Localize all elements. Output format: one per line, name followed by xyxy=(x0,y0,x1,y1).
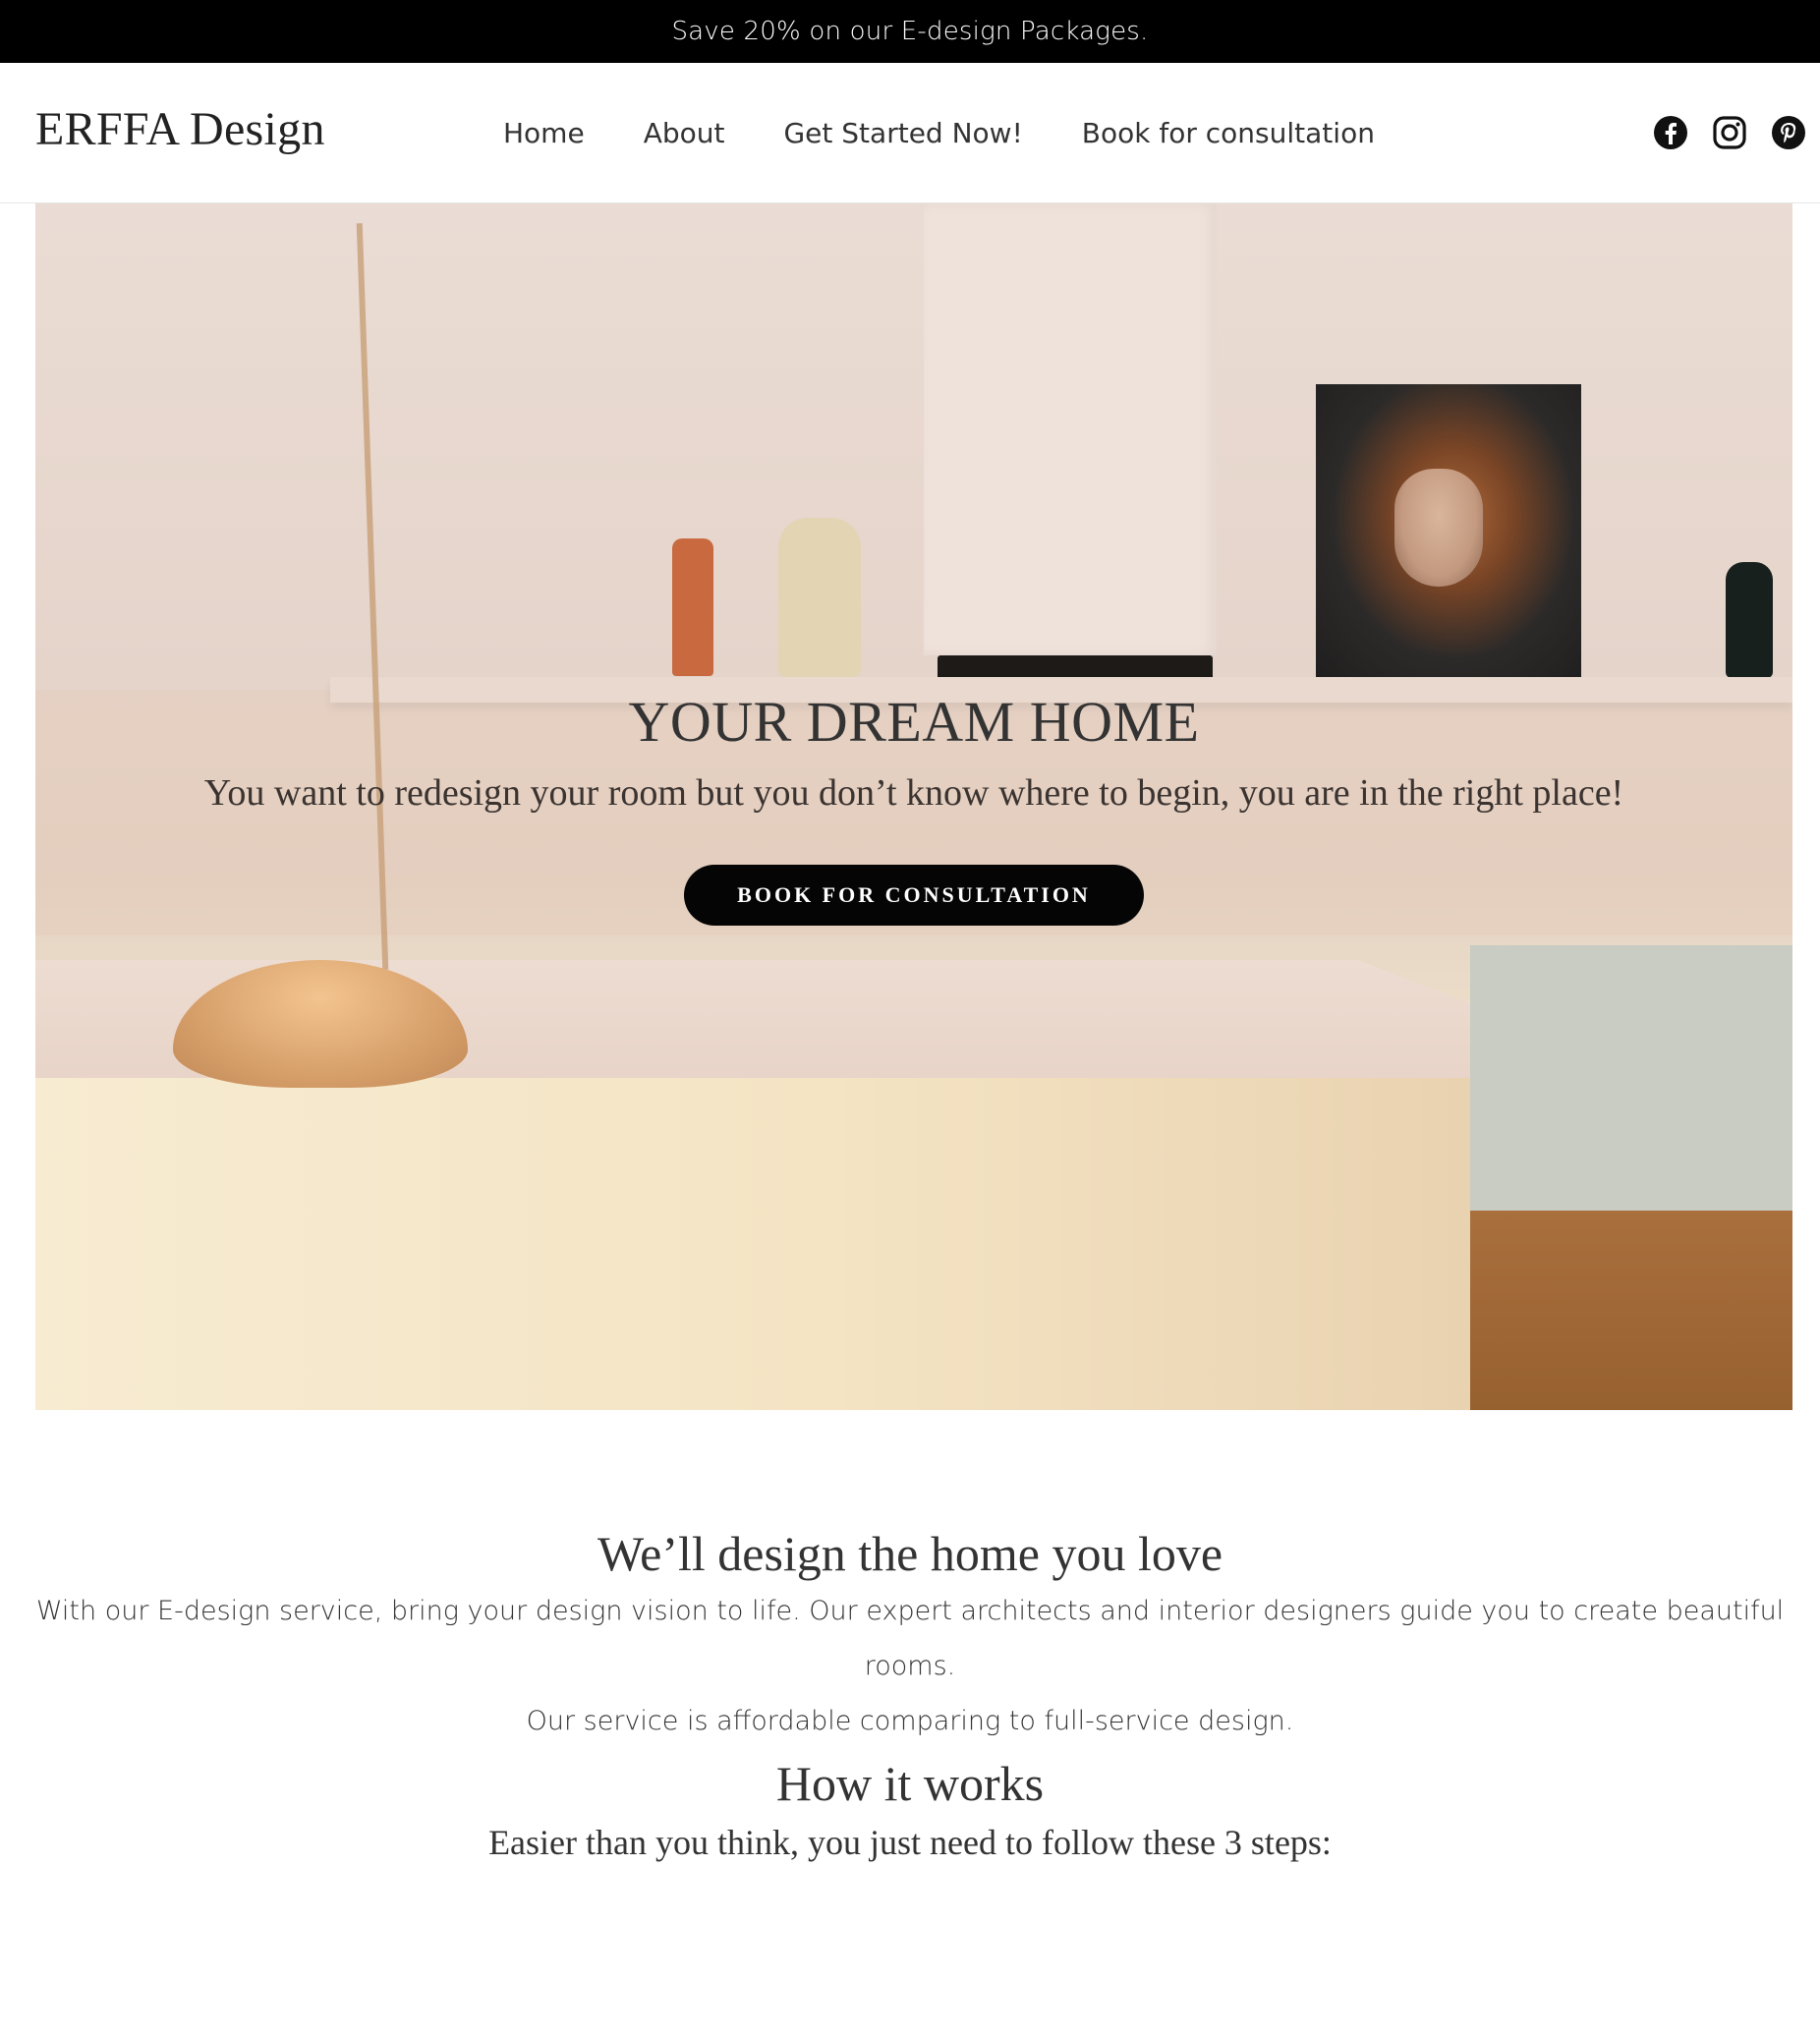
main-nav: Home About Get Started Now! Book for con… xyxy=(503,63,1375,202)
pinterest-icon[interactable] xyxy=(1771,115,1806,150)
nav-item-get-started[interactable]: Get Started Now! xyxy=(783,117,1022,149)
hero-banner: YOUR DREAM HOME You want to redesign you… xyxy=(35,203,1792,1410)
announcement-text: Save 20% on our E-design Packages. xyxy=(671,17,1149,46)
how-it-works-section: How it works Easier than you think, you … xyxy=(0,1755,1820,1863)
hero-content: YOUR DREAM HOME You want to redesign you… xyxy=(35,203,1792,1410)
nav-item-about[interactable]: About xyxy=(644,117,725,149)
intro-line-2: Our service is affordable comparing to f… xyxy=(526,1706,1294,1736)
intro-line-1: With our E-design service, bring your de… xyxy=(35,1596,1785,1681)
how-it-works-subheading: Easier than you think, you just need to … xyxy=(488,1823,1332,1862)
book-consultation-button[interactable]: BOOK FOR CONSULTATION xyxy=(684,865,1144,926)
intro-section: We’ll design the home you love With our … xyxy=(0,1525,1820,1749)
social-links xyxy=(1653,63,1806,202)
hero-subtitle: You want to redesign your room but you d… xyxy=(203,772,1624,814)
facebook-icon[interactable] xyxy=(1653,115,1688,150)
site-logo[interactable]: ERFFA Design xyxy=(35,102,325,156)
intro-heading: We’ll design the home you love xyxy=(597,1526,1223,1581)
hero-title: YOUR DREAM HOME xyxy=(628,690,1200,754)
nav-item-book-consultation[interactable]: Book for consultation xyxy=(1082,117,1375,149)
nav-item-home[interactable]: Home xyxy=(503,117,585,149)
instagram-icon[interactable] xyxy=(1712,115,1747,150)
announcement-bar: Save 20% on our E-design Packages. xyxy=(0,0,1820,63)
how-it-works-heading: How it works xyxy=(775,1756,1045,1811)
site-header: ERFFA Design Home About Get Started Now!… xyxy=(0,63,1820,203)
